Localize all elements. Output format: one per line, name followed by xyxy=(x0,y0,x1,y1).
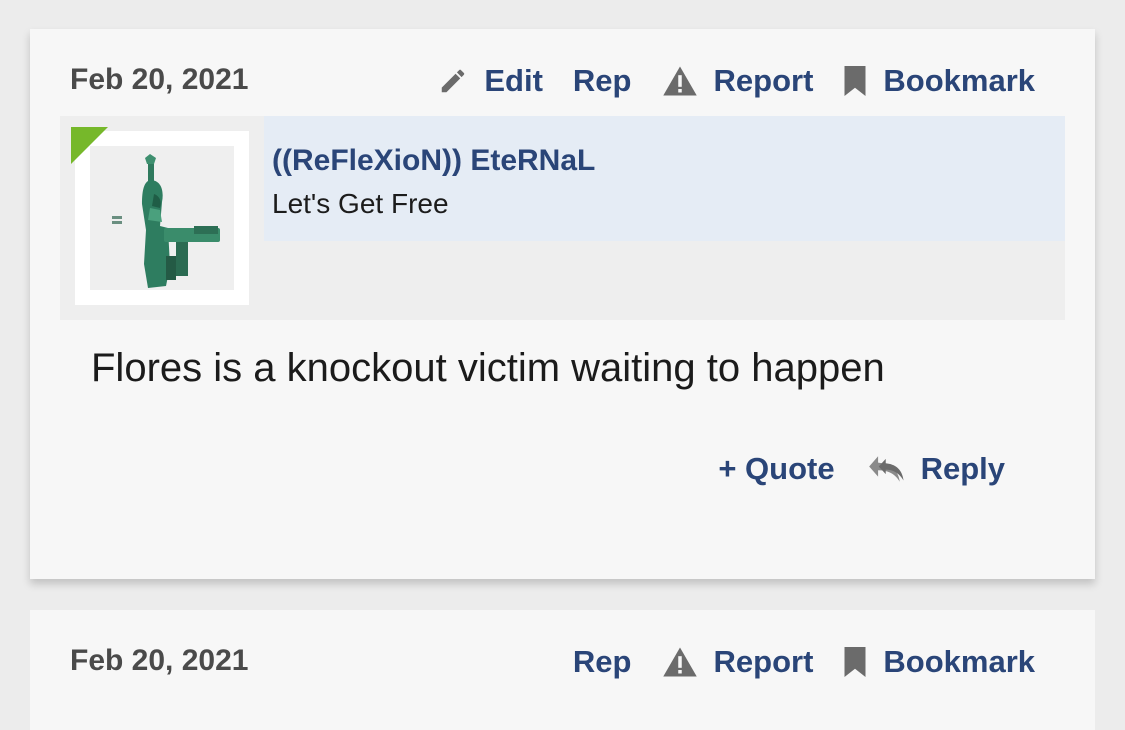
post-actions: Rep Report Bookmark xyxy=(543,644,1035,680)
user-info: ((ReFleXioN)) EteRNaL Let's Get Free xyxy=(264,116,1065,241)
post-footer: + Quote Reply xyxy=(684,451,1005,487)
post-date[interactable]: Feb 20, 2021 xyxy=(70,63,248,97)
online-indicator xyxy=(71,127,108,164)
reply-button[interactable]: Reply xyxy=(868,451,1005,487)
edit-button[interactable]: Edit xyxy=(438,63,543,99)
reply-icon xyxy=(868,456,904,482)
report-label: Report xyxy=(713,644,814,679)
bookmark-icon xyxy=(844,66,866,96)
bookmark-label: Bookmark xyxy=(883,63,1035,98)
rep-label: Rep xyxy=(572,644,632,679)
warning-icon xyxy=(662,647,697,677)
report-button[interactable]: Report xyxy=(662,63,814,99)
rep-button[interactable]: Rep xyxy=(573,63,632,99)
post-body: Flores is a knockout victim waiting to h… xyxy=(91,346,885,390)
liberty-statue-image xyxy=(112,154,220,288)
post-actions: Edit Rep Report Bookmark xyxy=(408,63,1035,99)
reply-label: Reply xyxy=(920,451,1005,486)
bookmark-button[interactable]: Bookmark xyxy=(843,63,1035,99)
rep-button[interactable]: Rep xyxy=(573,644,632,680)
post: Feb 20, 2021 Edit Rep Report Bookmark ((… xyxy=(30,29,1095,579)
report-label: Report xyxy=(713,63,814,98)
user-title: Let's Get Free xyxy=(272,188,449,219)
post: Feb 20, 2021 Rep Report Bookmark xyxy=(30,610,1095,730)
edit-label: Edit xyxy=(484,63,543,98)
rep-label: Rep xyxy=(572,63,632,98)
report-button[interactable]: Report xyxy=(662,644,814,680)
quote-label: + Quote xyxy=(718,451,835,486)
username-link[interactable]: ((ReFleXioN)) EteRNaL xyxy=(272,144,595,178)
pencil-icon xyxy=(442,69,465,93)
bookmark-button[interactable]: Bookmark xyxy=(843,644,1035,680)
bookmark-label: Bookmark xyxy=(883,644,1035,679)
post-date[interactable]: Feb 20, 2021 xyxy=(70,644,248,678)
user-block: ((ReFleXioN)) EteRNaL Let's Get Free xyxy=(60,116,1065,320)
bookmark-icon xyxy=(844,647,866,677)
quote-button[interactable]: + Quote xyxy=(718,451,834,487)
avatar-image xyxy=(90,146,234,290)
warning-icon xyxy=(662,66,697,96)
